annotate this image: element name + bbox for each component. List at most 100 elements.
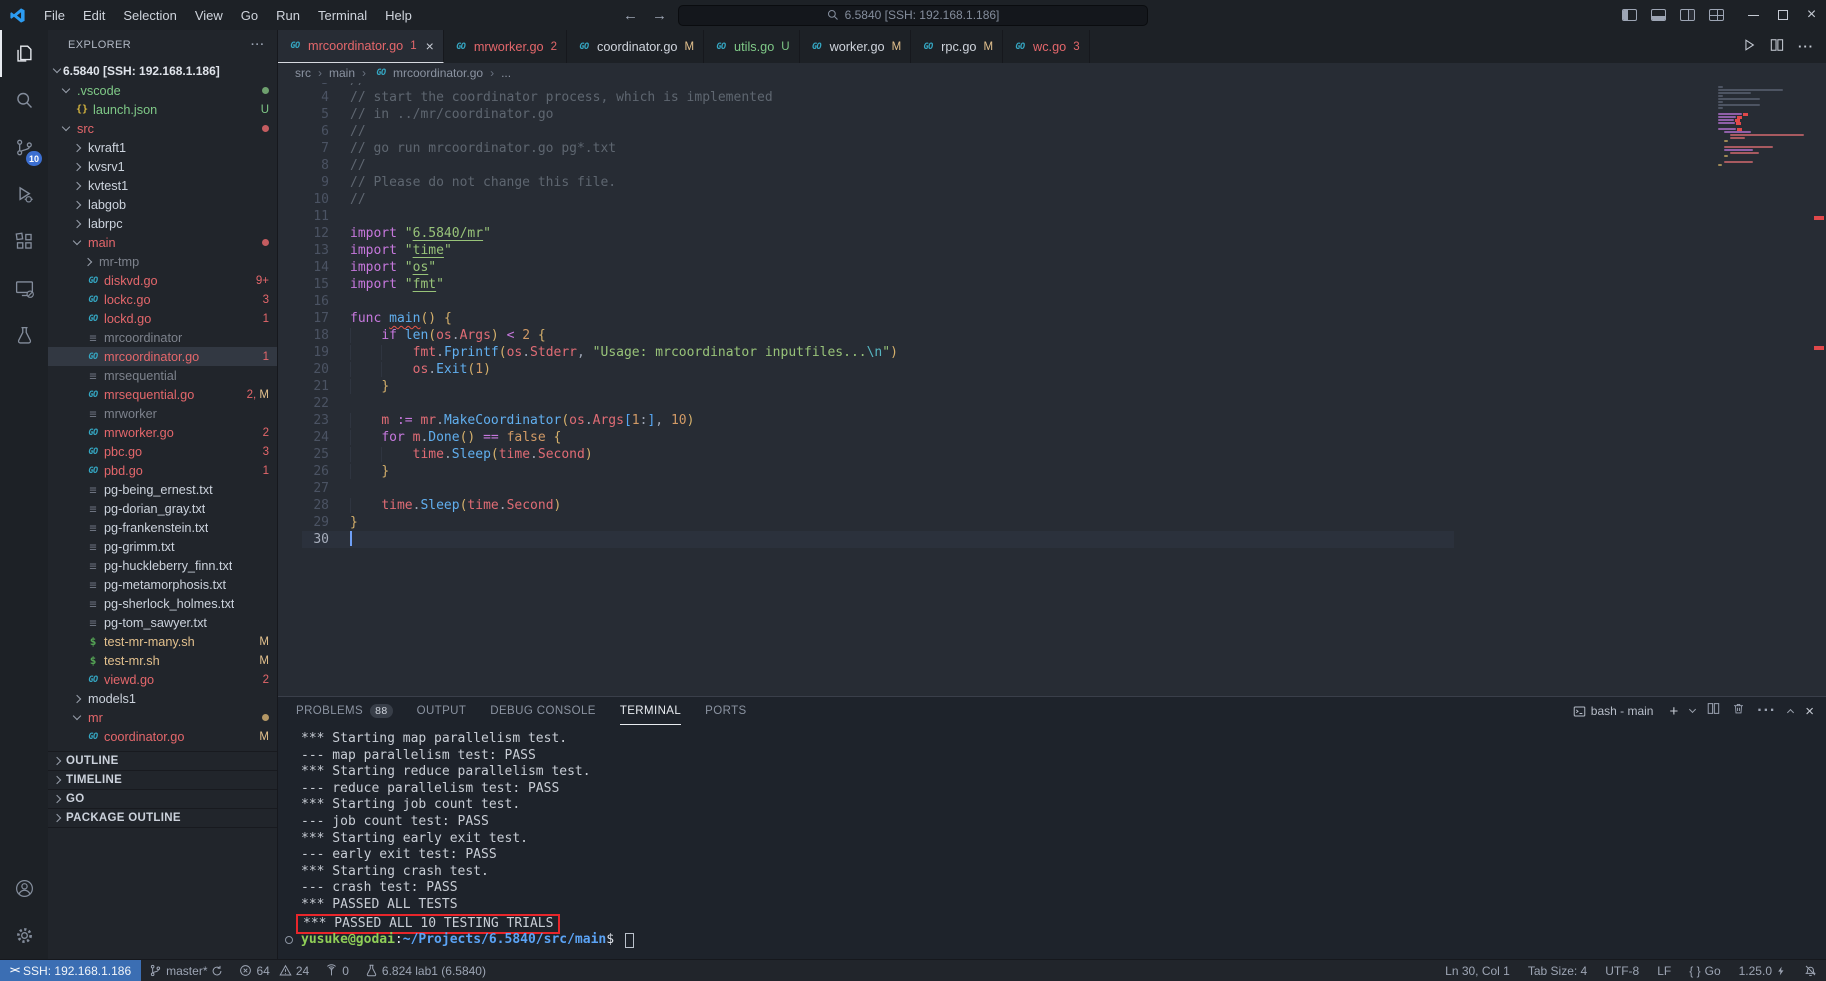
code-line-24[interactable]: 24 for m.Done() == false { (278, 429, 1826, 446)
new-terminal-button[interactable]: + (1669, 703, 1678, 720)
close-tab-icon[interactable]: × (426, 38, 434, 54)
tree-folder-main[interactable]: main (48, 233, 277, 252)
code-line-25[interactable]: 25 time.Sleep(time.Second) (278, 446, 1826, 463)
terminal-output[interactable]: *** Starting map parallelism test.--- ma… (278, 725, 1826, 959)
tree-folder--vscode[interactable]: .vscode (48, 81, 277, 100)
tree-file-lockd-go[interactable]: GOlockd.go1 (48, 309, 277, 328)
panel-tab-debug-console[interactable]: DEBUG CONSOLE (490, 697, 596, 725)
code-editor[interactable]: 3//4// start the coordinator process, wh… (278, 83, 1826, 696)
sidebar-section-timeline[interactable]: TIMELINE (48, 771, 277, 790)
code-line-16[interactable]: 16 (278, 293, 1826, 310)
tree-folder-kvraft1[interactable]: kvraft1 (48, 138, 277, 157)
remote-indicator[interactable]: >< SSH: 192.168.1.186 (0, 960, 141, 981)
testing-icon[interactable] (0, 312, 48, 359)
source-control-icon[interactable]: 10 (0, 124, 48, 171)
menu-help[interactable]: Help (377, 5, 420, 26)
terminal-prompt[interactable]: yusuke@godai:~/Projects/6.5840/src/main$ (301, 932, 1826, 949)
ports-status[interactable]: 0 (317, 960, 357, 981)
breadcrumb-item--[interactable]: ... (501, 66, 511, 80)
explorer-more-actions-icon[interactable]: ··· (251, 39, 265, 51)
maximize-button[interactable] (1768, 0, 1797, 30)
test-profile-status[interactable]: 6.824 lab1 (6.5840) (357, 960, 494, 981)
tab-mrcoordinator-go[interactable]: GOmrcoordinator.go1× (278, 30, 444, 63)
customize-layout-icon[interactable] (1702, 0, 1731, 30)
tree-file-pg-grimm-txt[interactable]: ≡pg-grimm.txt (48, 537, 277, 556)
tree-file-coordinator-go[interactable]: GOcoordinator.goM (48, 727, 277, 746)
menu-edit[interactable]: Edit (75, 5, 113, 26)
kill-terminal-icon[interactable] (1732, 702, 1745, 720)
panel-tab-problems[interactable]: PROBLEMS88 (296, 697, 393, 725)
panel-more-actions-icon[interactable]: ··· (1757, 702, 1776, 720)
code-line-9[interactable]: 9// Please do not change this file. (278, 174, 1826, 191)
tree-file-launch-json[interactable]: {}launch.jsonU (48, 100, 277, 119)
menu-view[interactable]: View (187, 5, 231, 26)
code-line-11[interactable]: 11 (278, 208, 1826, 225)
editor-more-actions-icon[interactable]: ··· (1798, 39, 1814, 54)
menu-file[interactable]: File (36, 5, 73, 26)
tree-folder-src[interactable]: src (48, 119, 277, 138)
tree-file-mrsequential-go[interactable]: GOmrsequential.go2, M (48, 385, 277, 404)
code-line-28[interactable]: 28 time.Sleep(time.Second) (278, 497, 1826, 514)
encoding-status[interactable]: UTF-8 (1596, 960, 1648, 981)
sidebar-section-outline[interactable]: OUTLINE (48, 752, 277, 771)
branch-status[interactable]: master* (141, 960, 231, 981)
close-window-button[interactable]: × (1797, 0, 1826, 30)
notifications-status[interactable] (1795, 960, 1826, 981)
minimize-button[interactable] (1739, 0, 1768, 30)
tree-file-pg-huckleberry-finn-txt[interactable]: ≡pg-huckleberry_finn.txt (48, 556, 277, 575)
code-line-21[interactable]: 21 } (278, 378, 1826, 395)
tree-folder-labrpc[interactable]: labrpc (48, 214, 277, 233)
code-line-26[interactable]: 26 } (278, 463, 1826, 480)
tab-mrworker-go[interactable]: GOmrworker.go2 (444, 30, 567, 63)
tree-folder-mr-tmp[interactable]: mr-tmp (48, 252, 277, 271)
extensions-icon[interactable] (0, 218, 48, 265)
overview-ruler[interactable] (1812, 83, 1826, 696)
eol-status[interactable]: LF (1648, 960, 1680, 981)
code-line-19[interactable]: 19 fmt.Fprintf(os.Stderr, "Usage: mrcoor… (278, 344, 1826, 361)
minimap[interactable] (1718, 86, 1810, 170)
tree-folder-mr[interactable]: mr (48, 708, 277, 727)
run-debug-icon[interactable] (0, 171, 48, 218)
account-icon[interactable] (0, 865, 48, 912)
code-line-14[interactable]: 14import "os" (278, 259, 1826, 276)
split-terminal-button[interactable] (1707, 702, 1720, 720)
tree-file-lockc-go[interactable]: GOlockc.go3 (48, 290, 277, 309)
tree-file-pg-metamorphosis-txt[interactable]: ≡pg-metamorphosis.txt (48, 575, 277, 594)
code-line-30[interactable]: 30 (278, 531, 1826, 548)
code-line-20[interactable]: 20 os.Exit(1) (278, 361, 1826, 378)
panel-tab-output[interactable]: OUTPUT (417, 697, 467, 725)
tree-folder-labgob[interactable]: labgob (48, 195, 277, 214)
sidebar-section-go[interactable]: GO (48, 790, 277, 809)
tree-file-pbc-go[interactable]: GOpbc.go3 (48, 442, 277, 461)
panel-tab-terminal[interactable]: TERMINAL (620, 697, 681, 725)
tree-file-viewd-go[interactable]: GOviewd.go2 (48, 670, 277, 689)
code-line-4[interactable]: 4// start the coordinator process, which… (278, 89, 1826, 106)
panel-tab-ports[interactable]: PORTS (705, 697, 746, 725)
breadcrumb-item-main[interactable]: main (329, 66, 355, 80)
tree-file-pg-sherlock-holmes-txt[interactable]: ≡pg-sherlock_holmes.txt (48, 594, 277, 613)
tree-file-test-mr-many-sh[interactable]: $test-mr-many.shM (48, 632, 277, 651)
breadcrumb[interactable]: src›main›GOmrcoordinator.go›... (278, 63, 1826, 83)
tree-folder-kvsrv1[interactable]: kvsrv1 (48, 157, 277, 176)
toggle-sidebar-icon[interactable] (1615, 0, 1644, 30)
code-line-27[interactable]: 27 (278, 480, 1826, 497)
tab-rpc-go[interactable]: GOrpc.goM (911, 30, 1003, 63)
toggle-panel-icon[interactable] (1644, 0, 1673, 30)
tree-file-mrworker-go[interactable]: GOmrworker.go2 (48, 423, 277, 442)
code-line-29[interactable]: 29} (278, 514, 1826, 531)
settings-icon[interactable] (0, 912, 48, 959)
code-line-15[interactable]: 15import "fmt" (278, 276, 1826, 293)
forward-arrow-icon[interactable]: → (652, 7, 667, 24)
sidebar-section-package-outline[interactable]: PACKAGE OUTLINE (48, 809, 277, 828)
language-mode[interactable]: { }Go (1680, 960, 1729, 981)
tab-wc-go[interactable]: GOwc.go3 (1003, 30, 1090, 63)
code-line-10[interactable]: 10// (278, 191, 1826, 208)
breadcrumb-item-mrcoordinator-go[interactable]: GOmrcoordinator.go (373, 66, 483, 80)
back-arrow-icon[interactable]: ← (623, 7, 638, 24)
toggle-secondary-sidebar-icon[interactable] (1673, 0, 1702, 30)
tree-file-diskvd-go[interactable]: GOdiskvd.go9+ (48, 271, 277, 290)
command-center-search[interactable]: 6.5840 [SSH: 192.168.1.186] (678, 5, 1148, 26)
run-button[interactable] (1742, 38, 1756, 55)
terminal-dropdown-icon[interactable] (1689, 706, 1696, 713)
code-line-12[interactable]: 12import "6.5840/mr" (278, 225, 1826, 242)
